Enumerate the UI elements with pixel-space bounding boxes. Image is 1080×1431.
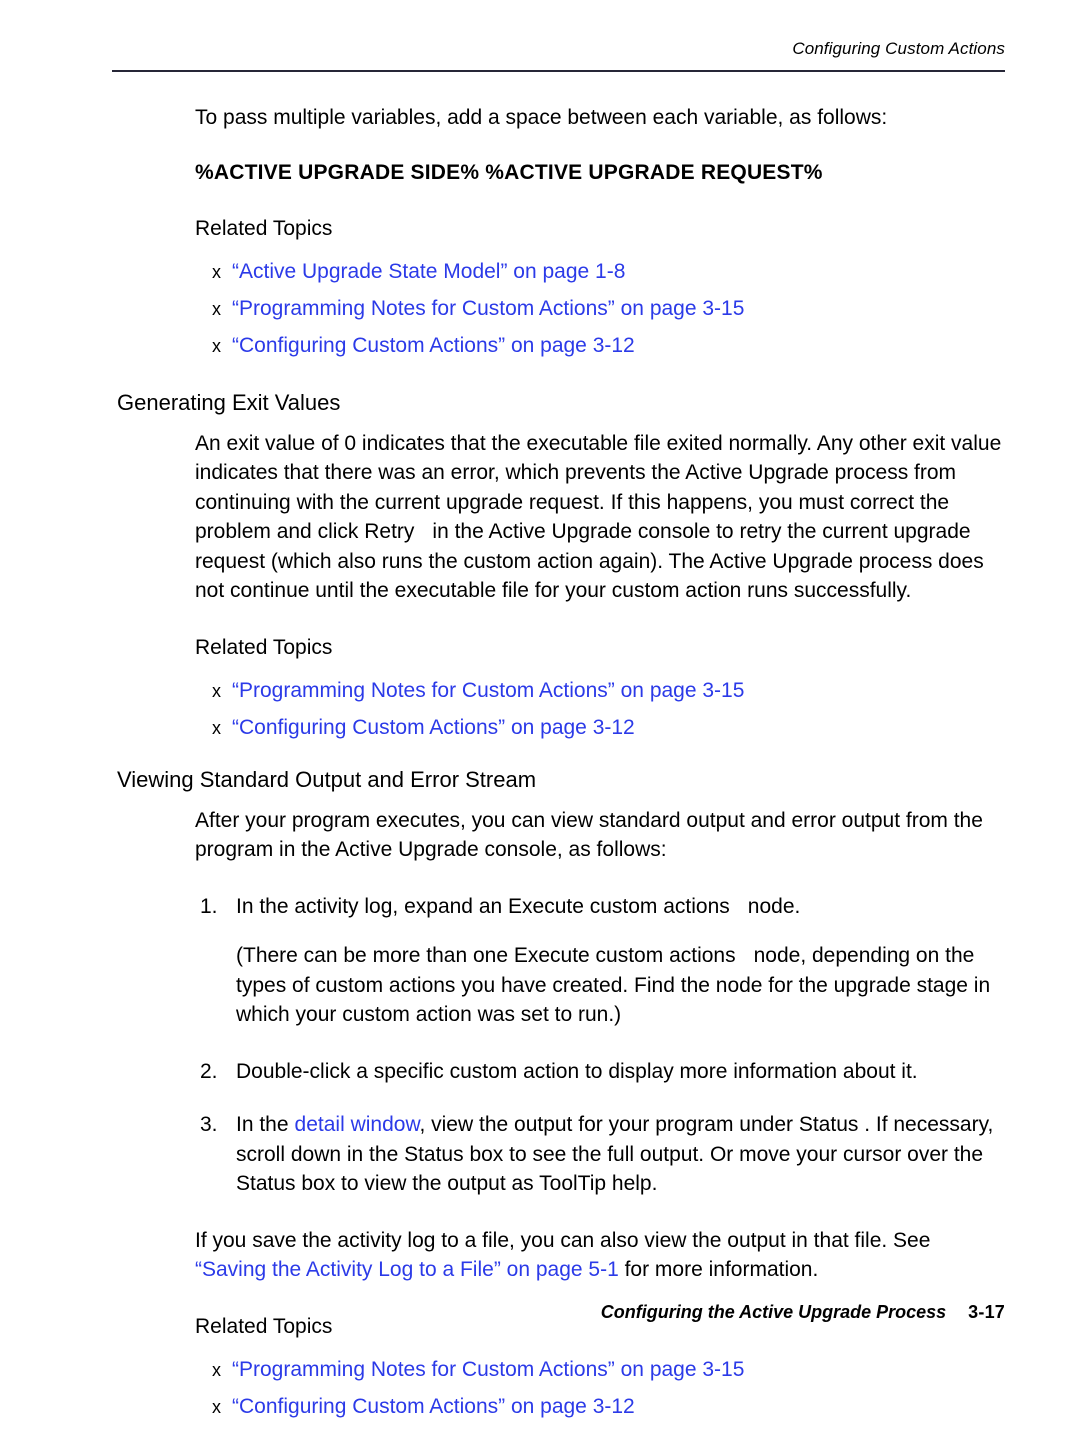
list-item[interactable]: x “Configuring Custom Actions” on page 3-… <box>212 1394 1080 1420</box>
step-number: 3. <box>200 1113 218 1136</box>
bullet-x-icon: x <box>212 1396 221 1417</box>
section-heading-generating-exit-values: Generating Exit Values <box>117 389 341 415</box>
intro-paragraph: To pass multiple variables, add a space … <box>195 106 888 129</box>
procedure-list-continued: 2. Double-click a specific custom action … <box>0 1057 1080 1199</box>
list-item[interactable]: x “Configuring Custom Actions” on page 3-… <box>212 715 1080 741</box>
cross-reference-link[interactable]: “Programming Notes for Custom Actions” o… <box>232 297 744 320</box>
closing-paragraph: If you save the activity log to a file, … <box>195 1226 1003 1285</box>
footer-page-number: 3-17 <box>968 1302 1005 1322</box>
related-topics-list-1: x “Active Upgrade State Model” on page 1-… <box>0 259 1080 359</box>
bullet-x-icon: x <box>212 717 221 738</box>
bullet-x-icon: x <box>212 680 221 701</box>
related-topics-list-3: x “Programming Notes for Custom Actions” … <box>0 1357 1080 1420</box>
cross-reference-link[interactable]: “Configuring Custom Actions” on page 3-1… <box>232 1395 635 1418</box>
saving-activity-log-link[interactable]: “Saving the Activity Log to a File” on p… <box>195 1258 619 1281</box>
bullet-x-icon: x <box>212 261 221 282</box>
procedure-list: 1. In the activity log, expand an Execute… <box>0 892 1080 922</box>
bullet-x-icon: x <box>212 1359 221 1380</box>
cross-reference-link[interactable]: “Configuring Custom Actions” on page 3-1… <box>232 716 635 739</box>
cross-reference-link[interactable]: “Configuring Custom Actions” on page 3-1… <box>232 334 635 357</box>
step-text-before: In the <box>236 1113 289 1136</box>
step-text-before: In the activity log, expand an Execute c… <box>236 894 730 918</box>
step-number: 2. <box>200 1059 218 1083</box>
detail-window-link[interactable]: detail window <box>295 1113 420 1136</box>
related-topics-list-2: x “Programming Notes for Custom Actions” … <box>0 678 1080 741</box>
closing-text-after: for more information. <box>618 1258 819 1281</box>
cross-reference-link[interactable]: “Programming Notes for Custom Actions” o… <box>232 679 744 702</box>
procedure-step-1: 1. In the activity log, expand an Execute… <box>200 892 1011 922</box>
step-text-after: node. <box>747 894 801 918</box>
step-text: Double-click a specific custom action to… <box>236 1059 918 1083</box>
list-item[interactable]: x “Configuring Custom Actions” on page 3-… <box>212 333 1080 359</box>
list-item[interactable]: x “Programming Notes for Custom Actions” … <box>212 296 1080 322</box>
running-header-title: Configuring Custom Actions <box>792 39 1005 58</box>
footer-title: Configuring the Active Upgrade Process <box>600 1302 947 1322</box>
list-item[interactable]: x “Active Upgrade State Model” on page 1-… <box>212 259 1080 285</box>
cross-reference-link[interactable]: “Active Upgrade State Model” on page 1-8 <box>232 260 625 283</box>
page-header: Configuring Custom Actions <box>112 38 1005 72</box>
page-footer: Configuring the Active Upgrade Process 3-… <box>112 1300 1005 1324</box>
list-item[interactable]: x “Programming Notes for Custom Actions” … <box>212 1357 1080 1383</box>
viewing-output-intro: After your program executes, you can vie… <box>195 808 983 862</box>
procedure-step-1-note: (There can be more than one Execute cust… <box>236 941 1011 1030</box>
procedure-step-3: 3. In the detail window, view the output f… <box>200 1110 1011 1199</box>
step-note-before: (There can be more than one Execute cust… <box>236 944 736 967</box>
variable-example: %ACTIVE UPGRADE SIDE% %ACTIVE UPGRADE RE… <box>195 160 823 184</box>
header-divider <box>112 70 1005 72</box>
bullet-x-icon: x <box>212 298 221 319</box>
related-topics-label-2: Related Topics <box>195 635 333 659</box>
page-content: To pass multiple variables, add a space … <box>0 103 1080 1431</box>
step-number: 1. <box>200 894 218 918</box>
procedure-step-2: 2. Double-click a specific custom action … <box>200 1057 1011 1087</box>
exit-values-paragraph: An exit value of 0 indicates that the ex… <box>195 429 1003 606</box>
document-page: Configuring Custom Actions To pass multi… <box>0 0 1080 1418</box>
list-item[interactable]: x “Programming Notes for Custom Actions” … <box>212 678 1080 704</box>
section-heading-viewing-standard-output: Viewing Standard Output and Error Stream <box>117 766 537 792</box>
bullet-x-icon: x <box>212 335 221 356</box>
closing-text-before: If you save the activity log to a file, … <box>195 1228 931 1252</box>
related-topics-label-1: Related Topics <box>195 216 333 240</box>
cross-reference-link[interactable]: “Programming Notes for Custom Actions” o… <box>232 1358 744 1381</box>
